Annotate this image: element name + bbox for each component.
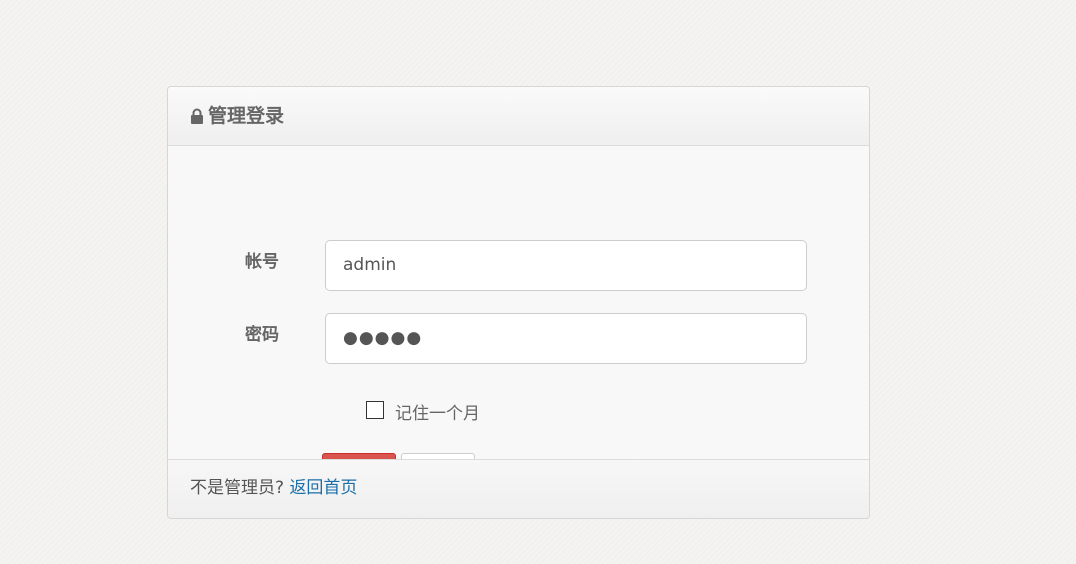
password-input[interactable]: ●●●●●	[325, 313, 807, 364]
panel-heading: 管理登录	[168, 87, 869, 146]
panel-footer: 不是管理员? 返回首页	[168, 459, 869, 518]
lock-icon	[190, 108, 204, 124]
login-panel: 管理登录 帐号 admin 密码 ●●●●● 记住一个月 登录 重置 不是管理员…	[167, 86, 870, 519]
panel-body: 帐号 admin 密码 ●●●●● 记住一个月 登录 重置	[168, 146, 869, 498]
account-label: 帐号	[245, 252, 279, 272]
account-input[interactable]: admin	[325, 240, 807, 291]
not-admin-prompt: 不是管理员?	[190, 478, 285, 498]
remember-checkbox[interactable]	[366, 401, 384, 419]
password-label: 密码	[245, 325, 279, 345]
panel-title: 管理登录	[208, 105, 285, 127]
footer-text: 不是管理员? 返回首页	[190, 476, 357, 500]
back-home-link[interactable]: 返回首页	[289, 478, 357, 498]
remember-label[interactable]: 记住一个月	[395, 402, 480, 426]
